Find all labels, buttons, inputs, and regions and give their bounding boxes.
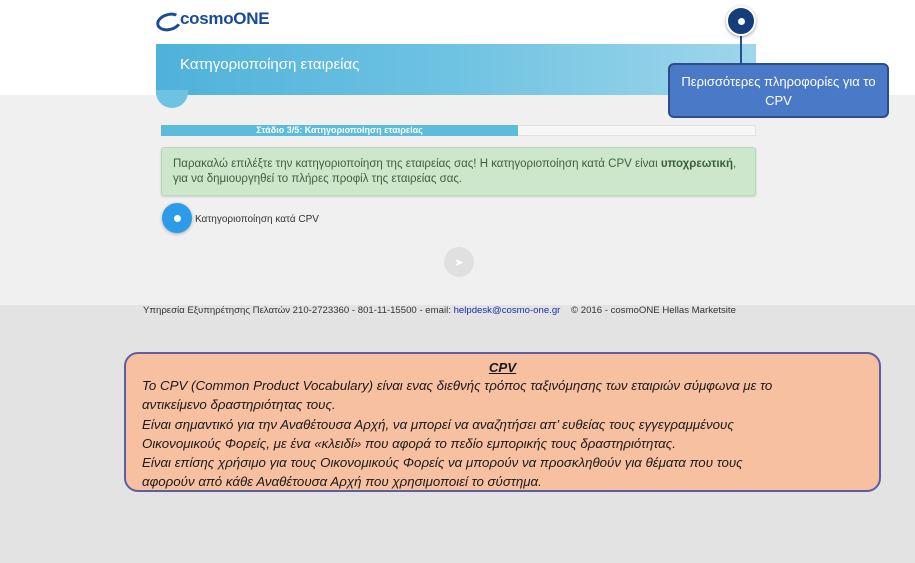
page-title: Κατηγοριοποίηση εταιρείας xyxy=(180,56,360,73)
arrow-right-icon: ➤ xyxy=(454,256,464,269)
cpv-info-line: Είναι σημαντικό για την Αναθέτουσα Αρχή,… xyxy=(142,416,734,432)
cosmoone-logo[interactable]: cosmoONE xyxy=(156,8,270,30)
footer-service-text: Υπηρεσία Εξυπηρέτησης Πελατών 210-272336… xyxy=(143,305,451,316)
cpv-info-line: Οικονομικούς Φορείς, με ένα «κλειδί» που… xyxy=(142,435,676,451)
required-alert: Παρακαλώ επιλέξτε την κατηγοριοποίηση τη… xyxy=(161,147,756,196)
cpv-category-label[interactable]: Κατηγοριοποίηση κατά CPV xyxy=(195,214,319,225)
info-icon xyxy=(737,17,745,25)
cpv-info-box: CPV Το CPV (Common Product Vocabulary) ε… xyxy=(124,352,881,492)
footer: Υπηρεσία Εξυπηρέτησης Πελατών 210-272336… xyxy=(143,305,736,316)
helpdesk-email-link[interactable]: helpdesk@cosmo-one.gr xyxy=(454,305,561,316)
info-button[interactable] xyxy=(726,6,756,36)
callout-connector xyxy=(740,35,742,64)
alert-text-bold: υποχρεωτική xyxy=(660,158,733,170)
cpv-info-line: αντικείμενο δραστηριότητας τους. xyxy=(142,397,336,413)
footer-copyright: © 2016 - cosmoONE Hellas Marketsite xyxy=(571,305,736,316)
cpv-info-line: Το CPV (Common Product Vocabulary) είναι… xyxy=(142,378,773,393)
cpv-info-line: αφορούν από κάθε Αναθέτουσα Αρχή που χρη… xyxy=(142,474,542,490)
logo-text: cosmoONE xyxy=(180,9,270,28)
radio-dot-icon xyxy=(173,214,181,222)
progress-label: Στάδιο 3/5: Κατηγοριοποίηση εταιρείας xyxy=(256,125,423,135)
page-banner: Κατηγοριοποίηση εταιρείας xyxy=(156,44,756,95)
next-button[interactable]: ➤ xyxy=(444,247,474,277)
cpv-info-line: Είναι επίσης χρήσιμο για τους Οικονομικο… xyxy=(142,455,743,471)
cpv-info-title: CPV xyxy=(488,360,517,375)
logo-mark-icon xyxy=(156,12,178,26)
info-callout: Περισσότερες πληροφορίες για το CPV xyxy=(668,63,889,118)
cpv-category-button[interactable] xyxy=(162,203,192,233)
alert-text-start: Παρακαλώ επιλέξτε την κατηγοριοποίηση τη… xyxy=(173,158,661,170)
